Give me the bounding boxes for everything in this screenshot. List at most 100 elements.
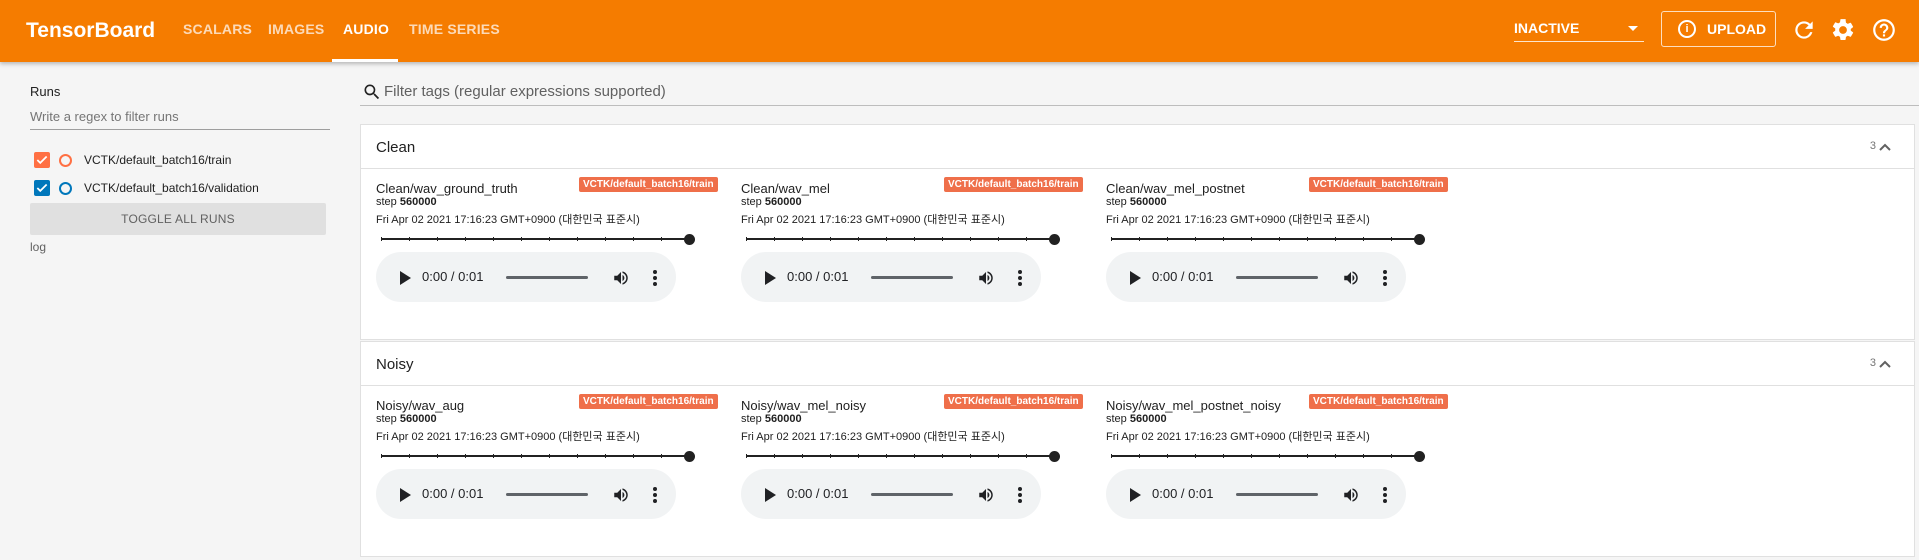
slider-tick [1139,454,1140,458]
slider-tick [465,454,466,458]
tab-images[interactable]: IMAGES [268,21,324,37]
playback-progress[interactable] [1236,276,1318,279]
run-color-circle[interactable] [59,182,72,195]
more-vert-icon[interactable] [647,269,663,287]
step-slider[interactable] [381,233,695,245]
toggle-all-runs-button[interactable]: TOGGLE ALL RUNS [30,203,326,235]
slider-tick [1363,454,1364,458]
play-icon[interactable] [763,487,777,503]
tab-time-series[interactable]: TIME SERIES [409,21,500,37]
more-vert-icon[interactable] [1377,486,1393,504]
slider-tick [746,237,747,241]
slider-tick [521,237,522,241]
audio-player[interactable]: 0:00 / 0:01 [1106,252,1406,302]
play-icon[interactable] [398,487,412,503]
audio-player[interactable]: 0:00 / 0:01 [741,469,1041,519]
group-title: Clean [376,139,416,156]
run-item[interactable]: VCTK/default_batch16/validation [34,178,334,198]
group-header[interactable]: Noisy 3 [361,342,1914,386]
volume-icon[interactable] [977,269,995,287]
more-vert-icon[interactable] [1012,486,1028,504]
step-line: step 560000 [1106,413,1167,425]
slider-tick [661,237,662,241]
audio-player[interactable]: 0:00 / 0:01 [376,469,676,519]
more-vert-icon[interactable] [1012,269,1028,287]
gear-icon[interactable] [1830,17,1856,43]
step-label: step [1106,196,1127,208]
help-icon[interactable] [1871,17,1897,43]
tab-scalars[interactable]: SCALARS [183,21,252,37]
dropdown-caret-icon [1628,26,1638,31]
tab-audio[interactable]: AUDIO [343,21,389,37]
play-icon[interactable] [1128,487,1142,503]
slider-tick [774,454,775,458]
slider-tick [1279,237,1280,241]
run-checkbox[interactable] [34,180,50,196]
slider-track [746,455,1054,457]
upload-label: UPLOAD [1707,21,1767,37]
group-header[interactable]: Clean 3 [361,125,1914,169]
slider-thumb[interactable] [1414,451,1425,462]
step-slider[interactable] [746,450,1060,462]
wall-time: Fri Apr 02 2021 17:16:23 GMT+0900 (대한민국 … [376,214,640,226]
step-line: step 560000 [376,413,437,425]
chevron-up-icon[interactable] [1878,359,1892,369]
slider-thumb[interactable] [1414,234,1425,245]
playback-progress[interactable] [1236,493,1318,496]
run-color-circle[interactable] [59,154,72,167]
more-vert-icon[interactable] [1377,269,1393,287]
playback-progress[interactable] [506,276,588,279]
slider-thumb[interactable] [1049,234,1060,245]
upload-button[interactable]: i UPLOAD [1661,11,1776,47]
more-vert-icon[interactable] [647,486,663,504]
slider-tick [605,454,606,458]
playback-progress[interactable] [871,493,953,496]
slider-thumb[interactable] [684,234,695,245]
playback-progress[interactable] [506,493,588,496]
step-slider[interactable] [1111,450,1425,462]
play-icon[interactable] [763,270,777,286]
volume-icon[interactable] [612,269,630,287]
refresh-icon[interactable] [1791,17,1817,43]
volume-icon[interactable] [1342,269,1360,287]
volume-icon[interactable] [1342,486,1360,504]
slider-tick [577,454,578,458]
audio-player[interactable]: 0:00 / 0:01 [1106,469,1406,519]
slider-thumb[interactable] [684,451,695,462]
tag-filter-input[interactable]: Filter tags (regular expressions support… [360,78,1919,106]
step-slider[interactable] [1111,233,1425,245]
slider-tick [1391,454,1392,458]
slider-track [381,238,689,240]
playback-progress[interactable] [871,276,953,279]
volume-icon[interactable] [612,486,630,504]
slider-tick [1111,454,1112,458]
player-time: 0:00 / 0:01 [1152,269,1214,284]
volume-icon[interactable] [977,486,995,504]
play-icon[interactable] [398,270,412,286]
player-time: 0:00 / 0:01 [787,486,849,501]
step-label: step [1106,413,1127,425]
audio-player[interactable]: 0:00 / 0:01 [741,252,1041,302]
step-slider[interactable] [746,233,1060,245]
runs-filter-input[interactable]: Write a regex to filter runs [30,106,330,130]
audio-card: Clean/wav_mel VCTK/default_batch16/train s… [741,171,1106,311]
slider-tick [858,237,859,241]
chevron-up-icon[interactable] [1878,142,1892,152]
step-slider[interactable] [381,450,695,462]
slider-tick [493,454,494,458]
slider-tick [381,237,382,241]
run-item[interactable]: VCTK/default_batch16/train [34,150,334,170]
status-select-value: INACTIVE [1514,20,1580,36]
slider-tick [802,237,803,241]
play-icon[interactable] [1128,270,1142,286]
audio-player[interactable]: 0:00 / 0:01 [376,252,676,302]
slider-tick [1195,237,1196,241]
run-checkbox[interactable] [34,152,50,168]
slider-tick [661,454,662,458]
slider-thumb[interactable] [1049,451,1060,462]
status-select[interactable]: INACTIVE [1514,20,1644,42]
step-value: 560000 [764,413,802,425]
step-label: step [741,413,762,425]
slider-tick [633,237,634,241]
slider-tick [437,454,438,458]
